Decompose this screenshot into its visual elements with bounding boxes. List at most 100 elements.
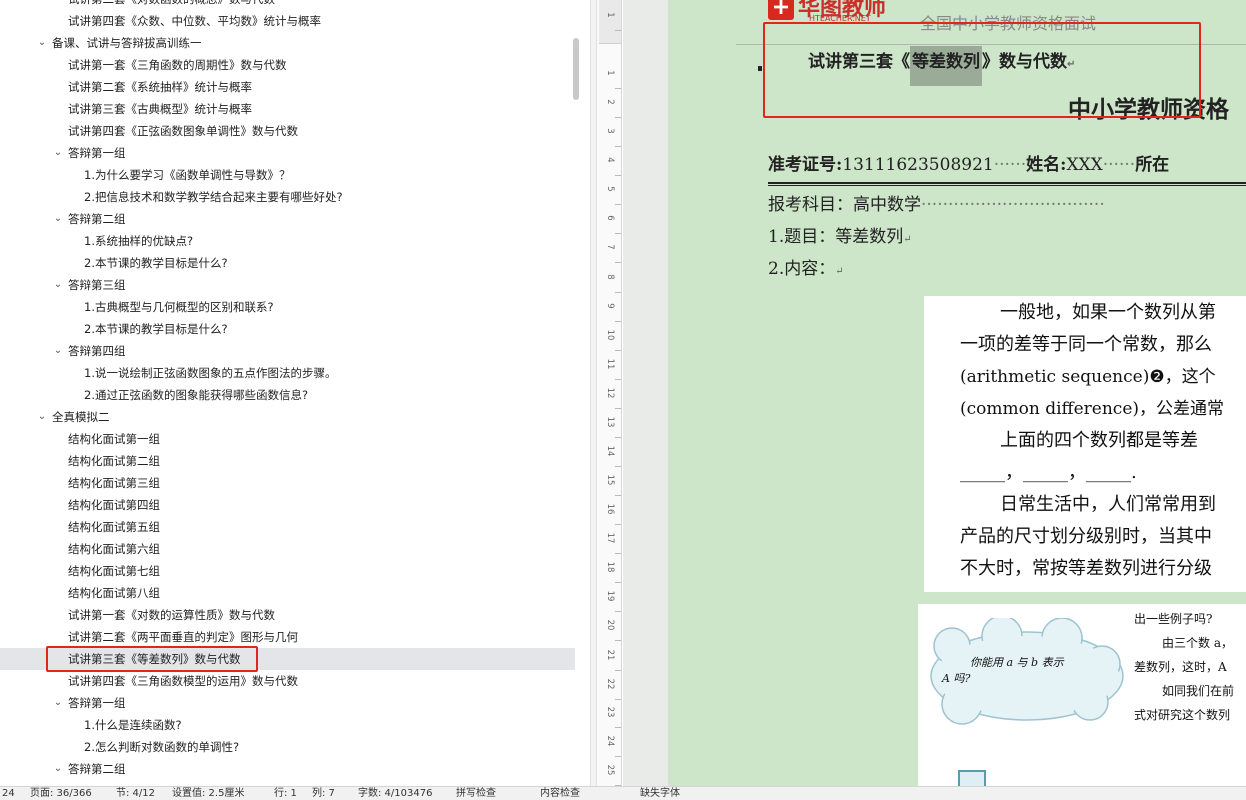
status-wordcount[interactable]: 字数: 4/103476 xyxy=(358,787,432,800)
textbook-image-1[interactable]: 一般地，如果一个数列从第 一项的差等于同一个常数，那么 (arithmetic … xyxy=(924,296,1246,592)
textbook-line: _____，_____，_____. xyxy=(960,462,1137,483)
chevron-down-icon[interactable]: ⌄ xyxy=(36,406,48,428)
ruler-number: 19 xyxy=(605,590,615,602)
ruler-tick xyxy=(615,437,621,438)
nav-item[interactable]: 试讲第二套《两平面垂直的判定》图形与几何 xyxy=(0,626,575,648)
nav-item[interactable]: 1.什么是连续函数? xyxy=(0,714,575,736)
ruler-tick xyxy=(615,524,621,525)
nav-item[interactable]: 结构化面试第二组 xyxy=(0,450,575,472)
nav-item[interactable]: 结构化面试第四组 xyxy=(0,494,575,516)
nav-item-label: 答辩第二组 xyxy=(68,212,126,226)
ruler-number: 6 xyxy=(605,215,615,221)
nav-item[interactable]: ⌄ 备课、试讲与答辩拔高训练一 xyxy=(0,32,575,54)
nav-item[interactable]: ⌄ 答辩第四组 xyxy=(0,340,575,362)
ruler-number: 10 xyxy=(605,329,615,341)
status-missing-fonts[interactable]: 缺失字体 xyxy=(640,787,680,800)
nav-item[interactable]: 2.怎么判断对数函数的单调性? xyxy=(0,736,575,758)
paragraph-mark: ↵ xyxy=(903,234,912,245)
ruler-tick xyxy=(615,670,621,671)
nav-item[interactable]: 试讲第一套《对数的运算性质》数与代数 xyxy=(0,604,575,626)
nav-item-label: 结构化面试第一组 xyxy=(68,432,160,446)
ruler-tick xyxy=(615,379,621,380)
document-area[interactable]: 华图教师 HTEACHER.NET 全国中小学教师资格面试 试讲第三套《 等差数列… xyxy=(623,0,1246,786)
status-setting[interactable]: 设置值: 2.5厘米 xyxy=(172,787,244,800)
subject-line: 报考科目：高中数学·······························… xyxy=(768,190,1105,215)
nav-item-label: 1.古典概型与几何概型的区别和联系? xyxy=(84,300,274,314)
chevron-down-icon[interactable]: ⌄ xyxy=(52,142,64,164)
section-heading[interactable]: 试讲第三套《 等差数列 》数与代数↵ xyxy=(808,46,1075,86)
side-line: 式对研究这个数列 xyxy=(1134,708,1231,722)
nav-item[interactable]: ⌄ 答辩第一组 xyxy=(0,142,575,164)
nav-item-label: 2.通过正弦函数的图象能获得哪些函数信息? xyxy=(84,388,309,402)
chevron-down-icon[interactable]: ⌄ xyxy=(52,758,64,780)
status-section[interactable]: 节: 4/12 xyxy=(116,787,155,800)
ruler-number: 1 xyxy=(605,12,615,18)
ruler-tick xyxy=(615,233,621,234)
chevron-down-icon[interactable]: ⌄ xyxy=(52,692,64,714)
chevron-down-icon[interactable]: ⌄ xyxy=(52,208,64,230)
nav-item-label: 结构化面试第六组 xyxy=(68,542,160,556)
name-label: 姓名: xyxy=(1026,155,1067,175)
ruler-number: 7 xyxy=(605,244,615,250)
nav-item[interactable]: 2.本节课的教学目标是什么? xyxy=(0,252,575,274)
ruler-tick xyxy=(615,553,621,554)
nav-item[interactable]: 结构化面试第八组 xyxy=(0,582,575,604)
nav-item-label: 结构化面试第七组 xyxy=(68,564,160,578)
ruler-tick xyxy=(615,204,621,205)
nav-item[interactable]: 结构化面试第三组 xyxy=(0,472,575,494)
nav-item-label: 结构化面试第八组 xyxy=(68,586,160,600)
ruler-number: 8 xyxy=(605,274,615,280)
nav-item[interactable]: 结构化面试第一组 xyxy=(0,428,575,450)
id-value: 13111623508921 xyxy=(842,155,994,175)
textbook-line: 上面的四个数列都是等差 xyxy=(1000,430,1198,451)
ruler-tick xyxy=(615,611,621,612)
nav-item[interactable]: 1.古典概型与几何概型的区别和联系? xyxy=(0,296,575,318)
nav-item[interactable]: 试讲第四套《三角函数模型的运用》数与代数 xyxy=(0,670,575,692)
nav-item-label: 试讲第一套《三角函数的周期性》数与代数 xyxy=(68,58,287,72)
status-contentcheck[interactable]: 内容检查 xyxy=(540,787,580,800)
textbook-image-2[interactable]: 你能用 a 与 b 表示 A 吗? 出一些例子吗? 由三个数 a， 差数列，这时… xyxy=(918,604,1246,786)
nav-item[interactable]: 试讲第四套《众数、中位数、平均数》统计与概率 xyxy=(0,10,575,32)
nav-item-selected[interactable]: 试讲第三套《等差数列》数与代数 xyxy=(0,648,575,670)
chevron-down-icon[interactable]: ⌄ xyxy=(36,32,48,54)
ruler-number: 25 xyxy=(605,764,615,776)
status-page[interactable]: 页面: 36/366 xyxy=(30,787,92,800)
nav-item[interactable]: 结构化面试第五组 xyxy=(0,516,575,538)
status-spellcheck[interactable]: 拼写检查 xyxy=(456,787,496,800)
status-col[interactable]: 列: 7 xyxy=(312,787,335,800)
nav-item[interactable]: 试讲第二套《系统抽样》统计与概率 xyxy=(0,76,575,98)
chevron-down-icon[interactable]: ⌄ xyxy=(52,274,64,296)
nav-scrollbar-thumb[interactable] xyxy=(573,38,579,100)
nav-item-label: 试讲第四套《众数、中位数、平均数》统计与概率 xyxy=(68,14,321,28)
nav-item-label: 答辩第一组 xyxy=(68,696,126,710)
side-line: 差数列，这时，A xyxy=(1134,660,1227,674)
document-page[interactable]: 华图教师 HTEACHER.NET 全国中小学教师资格面试 试讲第三套《 等差数列… xyxy=(668,0,1246,786)
ruler-number: 1 xyxy=(605,70,615,76)
nav-item[interactable]: 2.把信息技术和数学教学结合起来主要有哪些好处? xyxy=(0,186,575,208)
chevron-down-icon[interactable]: ⌄ xyxy=(52,340,64,362)
nav-item[interactable]: 结构化面试第七组 xyxy=(0,560,575,582)
nav-item[interactable]: ⌄ 答辩第三组 xyxy=(0,274,575,296)
status-row[interactable]: 行: 1 xyxy=(274,787,297,800)
nav-item[interactable]: 试讲第一套《三角函数的周期性》数与代数 xyxy=(0,54,575,76)
nav-item[interactable]: ⌄ 答辩第二组 xyxy=(0,758,575,780)
header-brand-en: HTEACHER.NET xyxy=(809,14,871,23)
nav-item[interactable]: 试讲第二套《对数函数的概念》数与代数 xyxy=(0,0,575,10)
nav-item[interactable]: 1.说一说绘制正弦函数图象的五点作图法的步骤。 xyxy=(0,362,575,384)
nav-item[interactable]: 试讲第四套《正弦函数图象单调性》数与代数 xyxy=(0,120,575,142)
nav-item[interactable]: 2.本节课的教学目标是什么? xyxy=(0,318,575,340)
nav-item[interactable]: 2.通过正弦函数的图象能获得哪些函数信息? xyxy=(0,384,575,406)
ruler-tick xyxy=(615,88,621,89)
ruler-number: 22 xyxy=(605,678,615,690)
navigation-pane[interactable]: 试讲第二套《对数函数的概念》数与代数试讲第四套《众数、中位数、平均数》统计与概率… xyxy=(0,0,590,786)
nav-item[interactable]: 试讲第三套《古典概型》统计与概率 xyxy=(0,98,575,120)
ruler-number: 4 xyxy=(605,157,615,163)
nav-item[interactable]: ⌄ 全真模拟二 xyxy=(0,406,575,428)
nav-item[interactable]: 1.系统抽样的优缺点? xyxy=(0,230,575,252)
nav-item[interactable]: ⌄ 答辩第一组 xyxy=(0,692,575,714)
title-large: 中小学教师资格 xyxy=(1068,96,1229,123)
nav-item[interactable]: ⌄ 答辩第二组 xyxy=(0,208,575,230)
ruler-tick xyxy=(615,466,621,467)
nav-item[interactable]: 1.为什么要学习《函数单调性与导数》？ xyxy=(0,164,575,186)
nav-item[interactable]: 结构化面试第六组 xyxy=(0,538,575,560)
